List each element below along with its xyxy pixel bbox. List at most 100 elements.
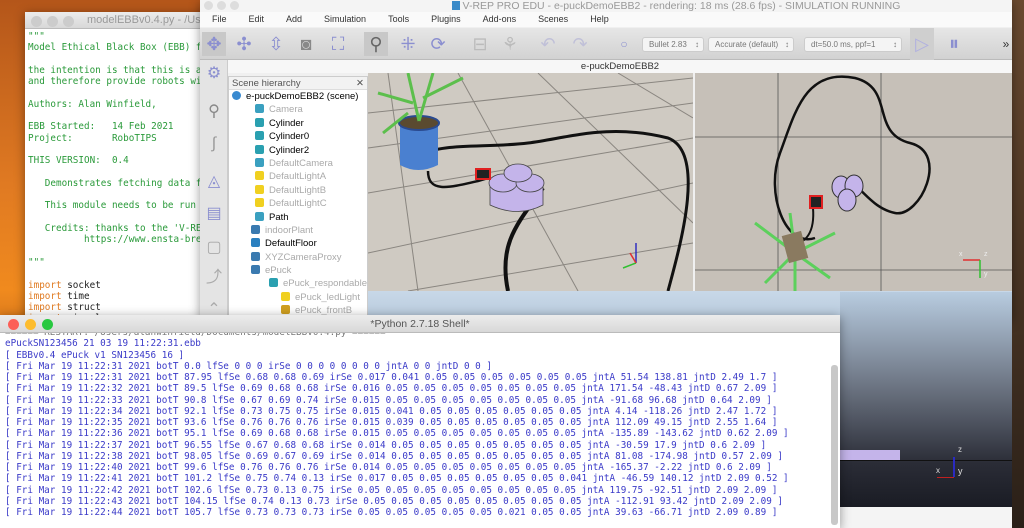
shell-titlebar[interactable]: *Python 2.7.18 Shell* bbox=[0, 315, 840, 333]
click-select-icon[interactable]: ⚲ bbox=[364, 32, 388, 56]
scene-item[interactable]: e-puckDemoEBB2 (scene) bbox=[229, 90, 367, 103]
start-simulation-icon[interactable]: ▷ bbox=[910, 28, 934, 60]
bottom-panel bbox=[840, 507, 1012, 528]
close-panel-icon[interactable]: ✕ bbox=[356, 77, 364, 90]
scene-item[interactable]: DefaultLightA bbox=[229, 170, 367, 183]
physics-engine-select[interactable]: Bullet 2.83 bbox=[642, 37, 704, 52]
rotate-camera-icon[interactable]: ✣ bbox=[232, 32, 256, 56]
toolbar: ✥ ✣ ⇳ ◙ ⛶ ⚲ ⁜ ⟳ ⊟ ⚘ ↶ ↷ ○ Bullet 2.83 Ac… bbox=[200, 28, 1012, 60]
code-line: Credits: thanks to the 'V-REP bbox=[28, 223, 208, 235]
code-line: Authors: Alan Winfield, bbox=[28, 98, 157, 110]
module-name: time bbox=[67, 290, 90, 302]
scene-item[interactable]: ePuck_ledLight bbox=[229, 291, 367, 304]
undo-icon[interactable]: ↶ bbox=[536, 32, 560, 56]
scene-item[interactable]: DefaultCamera bbox=[229, 157, 367, 170]
module-name: socket bbox=[67, 279, 101, 291]
object-icon bbox=[255, 117, 264, 127]
scene-item[interactable]: XYZCameraProxy bbox=[229, 251, 367, 264]
perspective-viewport[interactable] bbox=[368, 73, 693, 291]
scene-item[interactable]: Cylinder bbox=[229, 117, 367, 130]
move-camera-icon[interactable]: ✥ bbox=[202, 32, 226, 56]
function-icon[interactable]: ∫ bbox=[202, 132, 226, 156]
scene-item[interactable]: ePuck bbox=[229, 264, 367, 277]
vrep-titlebar[interactable]: V-REP PRO EDU - e-puckDemoEBB2 - renderi… bbox=[200, 0, 1012, 12]
shift-camera-icon[interactable]: ⇳ bbox=[264, 32, 288, 56]
scene-item-label: Cylinder0 bbox=[269, 131, 310, 143]
scene-item[interactable]: Cylinder2 bbox=[229, 144, 367, 157]
left-toolbar: ⚙ ⚲ ∫ ◬ ▤ ▢ ⤴ ⌃ bbox=[200, 60, 228, 320]
top-viewport[interactable]: x z y bbox=[695, 73, 1012, 291]
scene-item[interactable]: DefaultLightC bbox=[229, 197, 367, 210]
minimize-button[interactable] bbox=[25, 319, 36, 330]
pause-simulation-icon[interactable]: ⏸ bbox=[942, 32, 966, 56]
code-line: """ bbox=[28, 31, 45, 42]
search-icon[interactable]: ⚲ bbox=[202, 100, 226, 124]
menu-scenes[interactable]: Scenes bbox=[538, 12, 568, 27]
assemble-icon[interactable]: ⊟ bbox=[468, 32, 492, 56]
object-icon bbox=[251, 265, 260, 275]
object-icon bbox=[255, 211, 264, 221]
scene-item[interactable]: DefaultFloor bbox=[229, 237, 367, 250]
menu-simulation[interactable]: Simulation bbox=[324, 12, 366, 27]
scene-item-label: XYZCameraProxy bbox=[265, 251, 342, 263]
object-icon bbox=[255, 144, 264, 154]
dynamics-icon[interactable]: ○ bbox=[612, 32, 636, 56]
robot-side-view bbox=[840, 450, 900, 460]
scene-item[interactable]: Path bbox=[229, 211, 367, 224]
shell-title: *Python 2.7.18 Shell* bbox=[370, 318, 470, 330]
shell-text: ====== RESTART: /Users/alanwinfield/Docu… bbox=[5, 333, 789, 518]
shell-header-line: ePuckSN123456 21 03 19 11:22:31.ebb bbox=[5, 338, 201, 350]
scene-item[interactable]: indoorPlant bbox=[229, 224, 367, 237]
horizon-line bbox=[840, 460, 1012, 461]
axis-z-line bbox=[953, 457, 955, 477]
minimize-button[interactable] bbox=[217, 1, 226, 10]
keyword: import bbox=[28, 302, 62, 314]
scene-hierarchy-panel: Scene hierarchy ✕ e-puckDemoEBB2 (scene)… bbox=[228, 76, 368, 320]
camera-angle-icon[interactable]: ◙ bbox=[294, 32, 318, 56]
editor-code[interactable]: """ Model Ethical Black Box (EBB) for the … bbox=[28, 31, 213, 325]
zoom-button[interactable] bbox=[42, 319, 53, 330]
shapes-icon[interactable]: ◬ bbox=[202, 170, 226, 194]
more-tools-icon[interactable]: » bbox=[994, 32, 1018, 56]
object-icon bbox=[281, 291, 290, 301]
zoom-button[interactable] bbox=[63, 16, 74, 27]
close-button[interactable] bbox=[8, 319, 19, 330]
scene-item[interactable]: DefaultLightB bbox=[229, 184, 367, 197]
accuracy-select[interactable]: Accurate (default) bbox=[708, 37, 794, 52]
shell-output[interactable]: ====== RESTART: /Users/alanwinfield/Docu… bbox=[0, 333, 828, 528]
redo-icon[interactable]: ↷ bbox=[568, 32, 592, 56]
timestep-select[interactable]: dt=50.0 ms, ppf=1 bbox=[804, 37, 902, 52]
object-rotate-icon[interactable]: ⟳ bbox=[426, 32, 450, 56]
scene-item[interactable]: Cylinder0 bbox=[229, 130, 367, 143]
object-shift-icon[interactable]: ⁜ bbox=[396, 32, 420, 56]
scene-item-label: Cylinder bbox=[269, 117, 304, 129]
model-browser-icon[interactable]: ▢ bbox=[202, 236, 226, 260]
zoom-button[interactable] bbox=[230, 1, 239, 10]
page-icon[interactable]: ▤ bbox=[202, 202, 226, 226]
menu-add[interactable]: Add bbox=[286, 12, 302, 27]
side-viewport[interactable]: z x y bbox=[840, 292, 1012, 507]
code-line: EBB Started: 14 Feb 2021 bbox=[28, 121, 174, 133]
minimize-button[interactable] bbox=[47, 16, 58, 27]
scene-item-label: e-puckDemoEBB2 (scene) bbox=[246, 91, 359, 102]
menu-tools[interactable]: Tools bbox=[388, 12, 409, 27]
sim-settings-icon[interactable]: ⚙ bbox=[202, 62, 226, 86]
vrep-title: V-REP PRO EDU - e-puckDemoEBB2 - renderi… bbox=[462, 0, 901, 12]
menu-plugins[interactable]: Plugins bbox=[431, 12, 461, 27]
code-line: This module needs to be run c bbox=[28, 200, 208, 212]
close-button[interactable] bbox=[204, 1, 213, 10]
path-icon[interactable]: ⤴ bbox=[202, 266, 226, 290]
close-button[interactable] bbox=[31, 16, 42, 27]
scene-item[interactable]: Camera bbox=[229, 103, 367, 116]
scrollbar[interactable] bbox=[831, 365, 838, 525]
code-line: Model Ethical Black Box (EBB) for bbox=[28, 42, 213, 54]
menu-help[interactable]: Help bbox=[590, 12, 609, 27]
menu-file[interactable]: File bbox=[212, 12, 227, 27]
menu-edit[interactable]: Edit bbox=[249, 12, 265, 27]
menu-add-ons[interactable]: Add-ons bbox=[483, 12, 517, 27]
transfer-dna-icon[interactable]: ⚘ bbox=[498, 32, 522, 56]
fit-to-view-icon[interactable]: ⛶ bbox=[326, 32, 350, 56]
scene-item[interactable]: ePuck_respondable bbox=[229, 277, 367, 290]
log-line: [ Fri Mar 19 11:22:43 2021 botT 104.15 l… bbox=[5, 495, 784, 507]
desktop-edge bbox=[1012, 0, 1024, 528]
